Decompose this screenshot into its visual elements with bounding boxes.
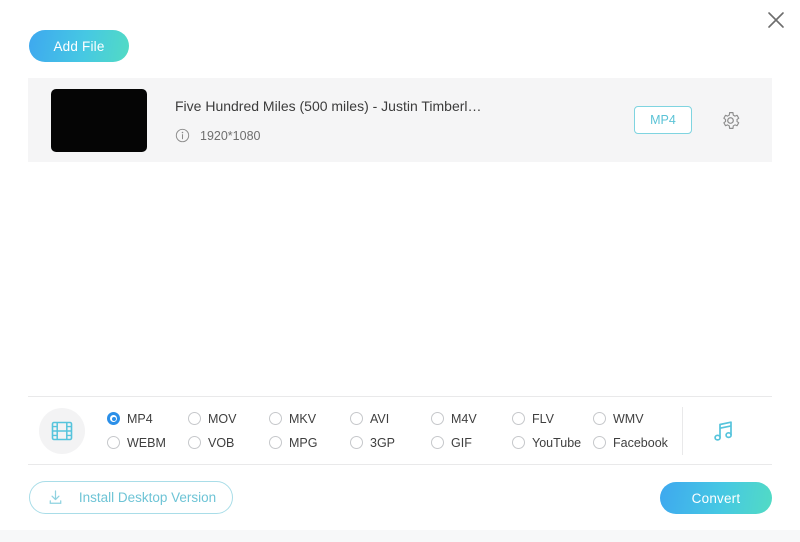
format-option-mkv[interactable]: MKV xyxy=(269,412,350,426)
format-option-label: FLV xyxy=(532,411,554,426)
add-file-area: Add File xyxy=(29,30,129,62)
format-option-label: GIF xyxy=(451,435,472,450)
format-option-webm[interactable]: WEBM xyxy=(107,436,188,450)
file-settings-button[interactable] xyxy=(718,108,742,132)
format-option-wmv[interactable]: WMV xyxy=(593,412,674,426)
format-option-vob[interactable]: VOB xyxy=(188,436,269,450)
radio-indicator xyxy=(107,436,120,449)
radio-indicator xyxy=(512,412,525,425)
format-options-grid: MP4 MOV MKV AVI M4V FLV WMV WEBM VOB MPG… xyxy=(107,407,674,455)
add-file-button[interactable]: Add File xyxy=(29,30,129,62)
format-option-label: M4V xyxy=(451,411,477,426)
install-desktop-version-label: Install Desktop Version xyxy=(78,490,217,505)
format-option-label: MPG xyxy=(289,435,318,450)
music-note-icon xyxy=(714,420,732,441)
format-option-label: AVI xyxy=(370,411,390,426)
format-option-label: WEBM xyxy=(127,435,166,450)
format-bar-bottom-divider xyxy=(28,464,772,465)
radio-indicator xyxy=(512,436,525,449)
file-resolution: 1920*1080 xyxy=(200,128,261,143)
format-option-mov[interactable]: MOV xyxy=(188,412,269,426)
format-option-mpg[interactable]: MPG xyxy=(269,436,350,450)
format-option-label: 3GP xyxy=(370,435,396,450)
format-option-label: MKV xyxy=(289,411,317,426)
file-info: Five Hundred Miles (500 miles) - Justin … xyxy=(175,97,634,143)
radio-indicator xyxy=(431,412,444,425)
video-category-button[interactable] xyxy=(39,407,85,454)
file-subinfo: 1920*1080 xyxy=(175,128,634,143)
format-option-label: Facebook xyxy=(613,435,668,450)
download-icon xyxy=(49,490,62,504)
format-option-gif[interactable]: GIF xyxy=(431,436,512,450)
file-output-format-badge[interactable]: MP4 xyxy=(634,106,692,134)
radio-indicator xyxy=(350,436,363,449)
radio-indicator xyxy=(269,412,282,425)
window-bottom-strip xyxy=(0,530,800,542)
format-option-label: MP4 xyxy=(127,411,153,426)
radio-indicator xyxy=(350,412,363,425)
radio-indicator xyxy=(431,436,444,449)
format-option-label: VOB xyxy=(208,435,235,450)
format-option-label: MOV xyxy=(208,411,237,426)
audio-category-button[interactable] xyxy=(697,408,749,454)
info-icon[interactable] xyxy=(175,128,190,143)
film-strip-icon xyxy=(51,421,73,440)
format-option-m4v[interactable]: M4V xyxy=(431,412,512,426)
file-list-item[interactable]: Five Hundred Miles (500 miles) - Justin … xyxy=(28,78,772,162)
radio-indicator xyxy=(593,412,606,425)
format-option-label: YouTube xyxy=(532,435,582,450)
format-option-facebook[interactable]: Facebook xyxy=(593,436,674,450)
format-option-avi[interactable]: AVI xyxy=(350,412,431,426)
convert-button[interactable]: Convert xyxy=(660,482,772,514)
video-thumbnail xyxy=(51,88,147,152)
format-option-mp4[interactable]: MP4 xyxy=(107,412,188,426)
format-option-youtube[interactable]: YouTube xyxy=(512,436,593,450)
close-window-button[interactable] xyxy=(760,4,792,36)
gear-icon xyxy=(722,111,739,129)
converter-window: Add File Five Hundred Miles (500 miles) … xyxy=(0,0,800,542)
format-option-label: WMV xyxy=(613,411,644,426)
format-option-flv[interactable]: FLV xyxy=(512,412,593,426)
radio-indicator xyxy=(188,436,201,449)
format-bar-vertical-divider xyxy=(682,406,683,455)
radio-indicator xyxy=(593,436,606,449)
close-icon xyxy=(768,12,784,28)
format-option-3gp[interactable]: 3GP xyxy=(350,436,431,450)
install-desktop-version-button[interactable]: Install Desktop Version xyxy=(29,481,233,514)
format-selection-bar: MP4 MOV MKV AVI M4V FLV WMV WEBM VOB MPG… xyxy=(28,397,772,464)
radio-indicator xyxy=(188,412,201,425)
radio-indicator xyxy=(269,436,282,449)
radio-indicator xyxy=(107,412,120,425)
file-title: Five Hundred Miles (500 miles) - Justin … xyxy=(175,98,482,114)
